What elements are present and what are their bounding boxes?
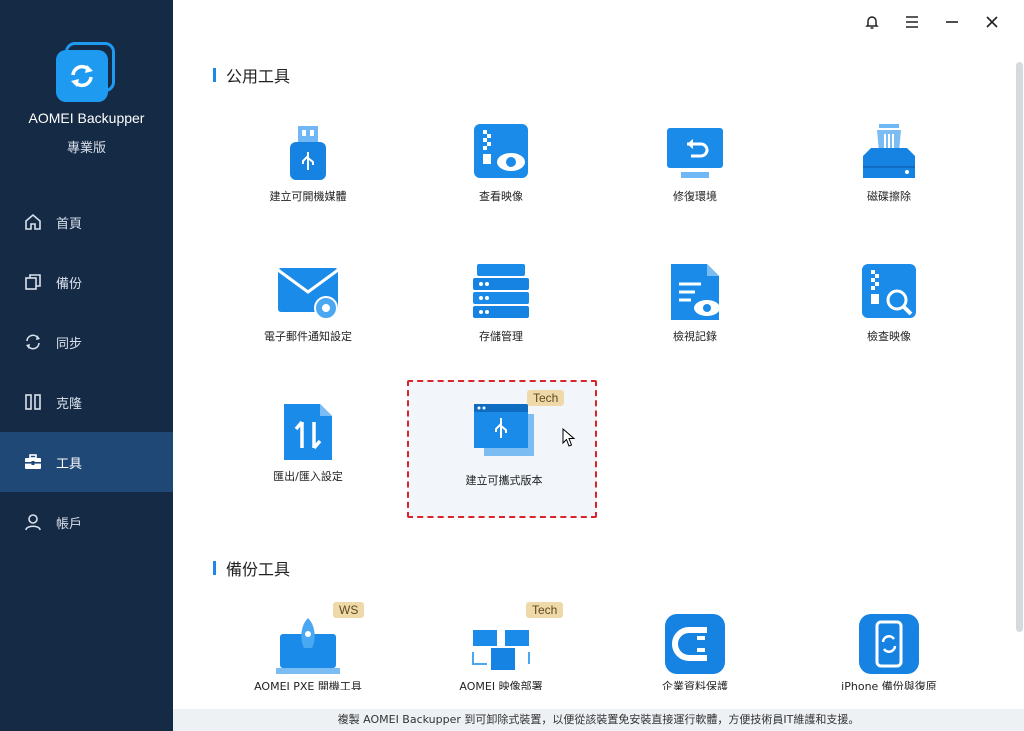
app-name: AOMEI Backupper xyxy=(28,110,145,126)
tool-image-deploy[interactable]: Tech AOMEI 映像部署 xyxy=(406,600,596,690)
recovery-environment-icon xyxy=(667,128,723,178)
storage-management-icon xyxy=(473,264,529,318)
tool-storage-management[interactable]: 存儲管理 xyxy=(406,250,596,380)
user-icon xyxy=(22,511,44,533)
tool-email-notification-settings[interactable]: 電子郵件通知設定 xyxy=(213,250,403,380)
tech-badge: Tech xyxy=(527,390,565,406)
sidebar-item-home[interactable]: 首頁 xyxy=(0,192,173,252)
centralized-backup-icon xyxy=(665,614,725,674)
iphone-backup-icon xyxy=(859,614,919,674)
tool-view-logs[interactable]: 檢視記錄 xyxy=(600,250,790,380)
status-footer: 複製 AOMEI Backupper 到可卸除式裝置，以便從該裝置免安裝直接運行… xyxy=(173,709,1024,731)
app-logo-icon xyxy=(56,42,116,102)
sidebar-item-tools[interactable]: 工具 xyxy=(0,432,173,492)
disk-wipe-icon xyxy=(863,124,915,178)
sidebar: AOMEI Backupper 專業版 首頁 備份 同步 克隆 工具 帳戶 xyxy=(0,0,173,731)
usb-drive-icon xyxy=(290,126,326,180)
sidebar-nav: 首頁 備份 同步 克隆 工具 帳戶 xyxy=(0,192,173,552)
tool-disk-wipe[interactable]: 磁碟擦除 xyxy=(794,110,984,240)
menu-icon[interactable] xyxy=(892,10,932,34)
tool-create-portable-version[interactable]: Tech 建立可攜式版本 xyxy=(407,380,597,518)
sidebar-item-label: 同步 xyxy=(56,336,83,352)
sidebar-item-clone[interactable]: 克隆 xyxy=(0,372,173,432)
main-panel: 公用工具 建立可開機媒體 查看映像 修復環境 磁碟擦除 電子郵件通知設定 存儲管… xyxy=(173,0,1024,731)
tool-pxe-boot[interactable]: WS AOMEI PXE 開機工具 xyxy=(213,600,403,690)
toolbox-icon xyxy=(22,451,44,473)
view-image-icon xyxy=(474,124,528,178)
email-settings-icon xyxy=(277,268,339,320)
tool-view-image[interactable]: 查看映像 xyxy=(406,110,596,240)
sidebar-item-label: 備份 xyxy=(56,276,83,292)
close-icon[interactable] xyxy=(972,10,1012,34)
notification-bell-icon[interactable] xyxy=(852,10,892,34)
clone-icon xyxy=(22,391,44,413)
export-import-icon xyxy=(284,404,332,460)
copy-icon xyxy=(22,271,44,293)
tool-export-import-settings[interactable]: 匯出/匯入設定 xyxy=(213,390,403,520)
pxe-boot-icon xyxy=(276,618,340,674)
ws-badge: WS xyxy=(333,602,365,618)
sidebar-item-account[interactable]: 帳戶 xyxy=(0,492,173,552)
home-icon xyxy=(22,211,44,233)
minimize-icon[interactable] xyxy=(932,10,972,34)
sidebar-item-label: 帳戶 xyxy=(56,516,83,532)
sidebar-item-sync[interactable]: 同步 xyxy=(0,312,173,372)
sidebar-item-backup[interactable]: 備份 xyxy=(0,252,173,312)
section-title-backup-tools: 備份工具 xyxy=(213,556,290,580)
portable-version-icon xyxy=(474,404,534,456)
tool-check-image[interactable]: 檢查映像 xyxy=(794,250,984,380)
sidebar-item-label: 首頁 xyxy=(56,216,83,232)
tool-recovery-environment[interactable]: 修復環境 xyxy=(600,110,790,240)
sync-icon xyxy=(22,331,44,353)
mouse-cursor-icon xyxy=(562,428,576,447)
tool-create-bootable-media[interactable]: 建立可開機媒體 xyxy=(213,110,403,240)
app-edition: 專業版 xyxy=(66,141,106,156)
sidebar-item-label: 克隆 xyxy=(56,396,83,412)
view-logs-icon xyxy=(671,264,720,320)
image-deploy-icon xyxy=(472,630,530,670)
tool-iphone-backup[interactable]: iPhone 備份與復原 xyxy=(794,600,984,690)
check-image-icon xyxy=(862,264,916,318)
window-controls xyxy=(852,10,1012,34)
tech-badge: Tech xyxy=(526,602,564,618)
section-title-utilities: 公用工具 xyxy=(213,63,290,87)
tool-centralized-backup[interactable]: 企業資料保護 xyxy=(600,600,790,690)
vertical-scrollbar[interactable] xyxy=(1016,62,1023,632)
sidebar-item-label: 工具 xyxy=(56,456,83,472)
